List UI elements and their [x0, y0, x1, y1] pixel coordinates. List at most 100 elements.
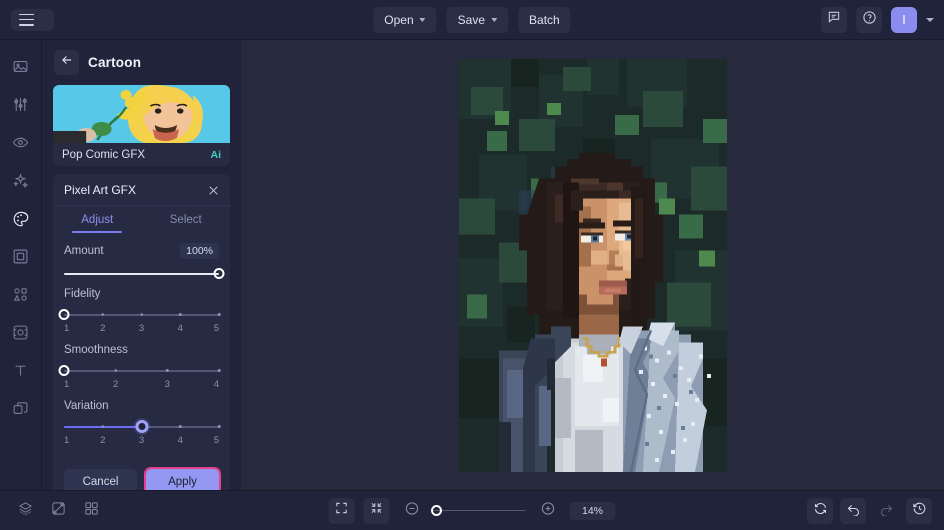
zoom-in-button[interactable] [535, 498, 561, 524]
chevron-down-icon [419, 18, 426, 22]
redo-icon [879, 501, 894, 521]
amount-slider[interactable] [64, 268, 225, 279]
redo-button[interactable] [873, 498, 899, 524]
preset-name: Pop Comic GFX [62, 148, 146, 161]
history-icon [912, 501, 927, 521]
effect-controls: Amount 100% Fidelity 1 2 3 4 5 Smoothnes… [53, 233, 230, 467]
slider-tick-label: 1 [64, 323, 70, 334]
panel-header: Cartoon [42, 40, 241, 85]
back-button[interactable] [54, 50, 79, 75]
fidelity-label: Fidelity [64, 288, 101, 300]
batch-button[interactable]: Batch [518, 6, 571, 33]
effect-tabs: Adjust Select [53, 205, 230, 233]
preset-card-pop-comic[interactable]: Pop Comic GFX Ai [53, 85, 230, 166]
zoom-level-value[interactable]: 14% [569, 501, 616, 520]
slider-tick [101, 313, 104, 316]
ai-badge: Ai [210, 148, 222, 161]
variation-label: Variation [64, 400, 109, 412]
rail-item-focus-crop[interactable] [6, 318, 35, 347]
canvas-area[interactable] [241, 40, 944, 490]
grid-button[interactable] [78, 498, 104, 524]
rail-item-layers[interactable] [6, 394, 35, 423]
undo-button[interactable] [840, 497, 866, 524]
zoom-out-button[interactable] [399, 498, 425, 524]
fit-screen-button[interactable] [328, 497, 355, 524]
help-button[interactable] [856, 6, 882, 33]
slider-tick [217, 425, 221, 428]
slider-tick-label: 3 [138, 435, 145, 446]
slider-tick-label: 2 [100, 323, 106, 334]
account-chevron-down-icon[interactable] [926, 17, 934, 22]
rail-item-shapes[interactable] [6, 280, 35, 309]
shrink-to-fit-button[interactable] [363, 497, 390, 524]
history-button[interactable] [906, 497, 932, 524]
avatar[interactable]: I [891, 6, 917, 33]
slider-handle[interactable] [213, 268, 225, 279]
slider-tick-label: 5 [213, 323, 219, 334]
smoothness-slider[interactable] [58, 365, 221, 376]
bottom-toolbar: 14% [0, 490, 944, 530]
file-actions: Open Save Batch [373, 6, 571, 33]
slider-handle[interactable] [135, 420, 148, 433]
help-circle-icon [862, 10, 877, 30]
zoom-slider[interactable] [430, 504, 526, 516]
undo-icon [846, 501, 861, 521]
close-icon[interactable] [207, 184, 220, 197]
slider-tick-label: 1 [64, 379, 70, 390]
smoothness-tick-labels: 1 2 3 4 [64, 379, 219, 391]
feedback-button[interactable] [821, 6, 847, 33]
compare-button[interactable] [45, 498, 71, 524]
variation-slider[interactable] [64, 420, 221, 433]
slider-tick-label: 1 [64, 435, 70, 446]
rail-item-image[interactable] [6, 52, 35, 81]
reset-button[interactable] [807, 497, 833, 524]
rail-item-effects[interactable] [6, 166, 35, 195]
layers-icon [18, 501, 33, 521]
panel-scroll-area[interactable]: Pop Comic GFX Ai Pixel Art GFX Adjust Se… [42, 85, 241, 490]
fit-screen-icon [335, 501, 349, 520]
smoothness-label: Smoothness [64, 344, 128, 356]
effect-header: Pixel Art GFX [53, 174, 230, 205]
zoom-in-icon [540, 501, 555, 521]
tab-adjust[interactable]: Adjust [53, 206, 142, 233]
app-menu-button[interactable] [11, 8, 54, 31]
rail-item-artistic-palette[interactable] [6, 204, 35, 233]
slider-tick-label: 2 [113, 379, 119, 390]
top-toolbar: Open Save Batch I [0, 0, 944, 40]
apply-button[interactable]: Apply [144, 467, 221, 490]
compare-split-icon [51, 501, 66, 521]
layers-button[interactable] [12, 498, 38, 524]
history-controls [807, 497, 932, 524]
slider-tick-label: 5 [213, 435, 219, 446]
slider-tick-label: 3 [164, 379, 170, 390]
slider-tick-label: 3 [138, 323, 145, 334]
zoom-slider-handle[interactable] [430, 504, 442, 516]
preset-label-row: Pop Comic GFX Ai [53, 143, 230, 166]
pixel-art-portrait [458, 58, 727, 472]
variation-header: Variation [64, 400, 219, 412]
open-button[interactable]: Open [373, 6, 437, 33]
panel-title: Cartoon [88, 55, 142, 70]
slider-handle[interactable] [58, 309, 70, 320]
rail-item-visibility[interactable] [6, 128, 35, 157]
grid-icon [84, 501, 99, 521]
rail-item-frame[interactable] [6, 242, 35, 271]
effects-panel: Cartoon Pop Comic GFX Ai Pixel Art GFX A… [41, 40, 241, 490]
save-button[interactable]: Save [446, 6, 509, 33]
rail-item-adjustments[interactable] [6, 90, 35, 119]
fidelity-slider[interactable] [58, 309, 221, 320]
artboard[interactable] [458, 58, 727, 472]
zoom-out-icon [404, 501, 419, 521]
preset-thumbnail [53, 85, 230, 143]
chat-icon [827, 10, 841, 29]
tab-select[interactable]: Select [142, 206, 231, 233]
slider-handle[interactable] [58, 365, 70, 376]
rail-item-text[interactable] [6, 356, 35, 385]
control-variation: Variation 1 2 3 4 5 [64, 400, 221, 447]
batch-label: Batch [529, 12, 560, 27]
fidelity-tick-labels: 1 2 3 4 5 [64, 323, 219, 335]
slider-tick [140, 313, 143, 316]
arrow-left-icon [60, 53, 74, 72]
slider-ticks [64, 369, 221, 372]
cancel-button[interactable]: Cancel [64, 469, 137, 490]
